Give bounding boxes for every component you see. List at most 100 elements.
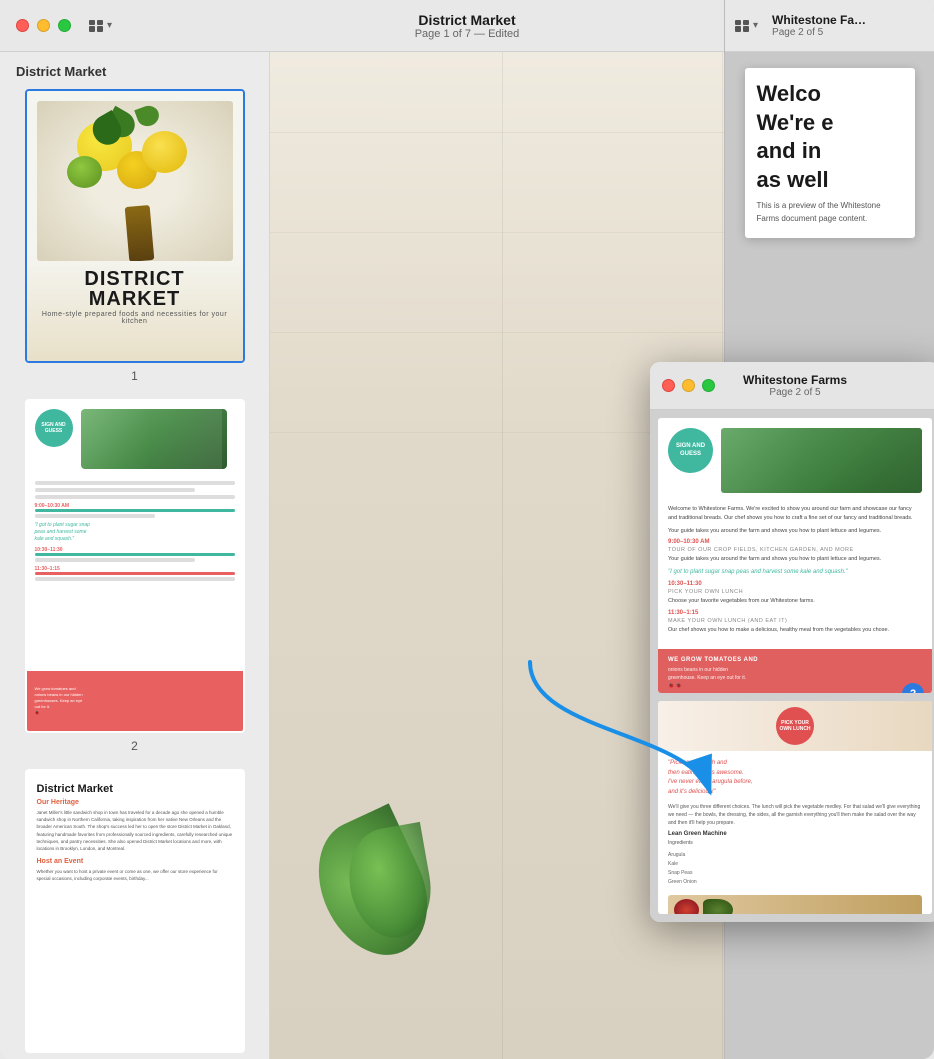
floating-circle-text: SIGN ANDGUESS [676,443,705,459]
sidebar-layout-icon [89,20,103,32]
close-button[interactable] [16,19,29,32]
page-2-hero-image [81,409,227,469]
traffic-lights [16,19,71,32]
right-page-welcome: WelcoWe're eand inas well [757,80,903,194]
floating-page-3-quote: "Picking my lunch andthen eating it was … [668,759,922,797]
page-2-quote: "I got to plant sugar snappeas and harve… [35,522,235,543]
vegetable-image-strip [668,895,922,914]
floating-page-3-section: Lean Green Machine [668,831,922,837]
chevron-down-icon: ▾ [107,20,112,31]
floating-hero-image [721,428,922,493]
text-line-colored [35,509,235,512]
floating-pick-circle: PICK YOUR OWN LUNCH [776,707,814,745]
floating-circle-badge: SIGN ANDGUESS [668,428,713,473]
page-3-title: District Market [37,783,233,795]
layout-icon-cell [89,26,95,31]
floating-page-3: PICK YOUR OWN LUNCH "Picking my lunch an… [658,701,932,914]
main-window: ▾ District Market Page 1 of 7 — Edited D… [0,0,934,1059]
text-line-colored [35,572,235,575]
page-1-title-area: DISTRICT MARKET Home-style prepared food… [37,269,233,325]
floating-title-area: Whitestone Farms Page 2 of 5 [743,373,847,398]
wood-plank-1 [502,52,503,1059]
layout-icon-cell [97,20,103,25]
floating-traffic-lights [662,379,715,392]
right-page-subtext: This is a preview of the Whitestone Farm… [757,200,903,226]
page-3-thumbnail[interactable]: District Market Our Heritage Janet Mille… [25,769,245,1053]
layout-icon-cell [89,20,95,25]
minimize-button[interactable] [37,19,50,32]
page-1-cover: DISTRICT MARKET Home-style prepared food… [27,91,243,361]
floating-welcome-text: Welcome to Whitestone Farms. We're excit… [668,505,922,523]
page-2-thumbnail[interactable]: SIGN ANDGUESS [25,399,245,733]
page-1-main-title: DISTRICT [37,269,233,289]
text-line [35,558,195,562]
floating-content-area: SIGN ANDGUESS Welcome to Whitestone Farm… [650,410,934,922]
text-line [35,495,235,499]
tomato-decoration [674,899,699,914]
leaf-decoration-sm [703,899,733,914]
page-3-thumbnail-container: District Market Our Heritage Janet Mille… [0,769,269,1059]
document-page-info: Page 1 of 7 — Edited [415,28,520,40]
page-2-footer: We grow tomatoes andonions beans in our … [27,671,243,731]
sidebar-toggle-button[interactable]: ▾ [83,17,118,35]
floating-section-2: PICK YOUR OWN LUNCH [668,589,922,595]
text-line [35,577,235,581]
floating-section-1: TOUR OF OUR CROP FIELDS, KITCHEN GARDEN,… [668,547,922,553]
floating-page-body: Welcome to Whitestone Farms. We're excit… [658,499,932,645]
page-1-main-subtitle: MARKET [37,289,233,309]
page-2-thumbnail-container: SIGN ANDGUESS [0,399,269,769]
text-line-colored [35,553,235,556]
fullscreen-button[interactable] [58,19,71,32]
page-1-citrus-image [37,101,233,261]
floating-page-3-ingredients-label: Ingredients [668,839,922,847]
floating-page-3-body: "Picking my lunch andthen eating it was … [658,751,932,914]
text-line [35,481,235,485]
sidebar: District Market [0,52,270,1059]
page-2-circle-text: SIGN ANDGUESS [41,422,65,434]
floating-window: Whitestone Farms Page 2 of 5 SIGN ANDGUE… [650,362,934,922]
right-page-content: WelcoWe're eand inas well This is a prev… [745,68,915,238]
floating-section-3: MAKE YOUR OWN LUNCH (AND EAT IT) [668,618,922,624]
floating-close-button[interactable] [662,379,675,392]
page-3-event-title: Host an Event [37,858,233,865]
text-line [35,514,155,518]
floating-page-header: SIGN ANDGUESS [658,418,932,499]
floating-guide-text: Your guide takes you around the farm and… [668,527,922,536]
page-1-thumbnail-container: DISTRICT MARKET Home-style prepared food… [0,89,269,399]
page-3-event-text: Whether you want to host a private event… [37,868,233,882]
page-1-number: 1 [131,369,138,383]
floating-hero-person [801,428,922,493]
floating-section-2-text: Choose your favorite vegetables from our… [668,597,922,606]
sidebar-title: District Market [0,64,269,89]
floating-doc-title: Whitestone Farms [743,373,847,387]
floating-fullscreen-button[interactable] [702,379,715,392]
floating-quote: "I got to plant sugar snap peas and harv… [668,568,922,577]
layout-icon-cell [97,26,103,31]
floating-time-1: 9:00–10:30 AM [668,539,922,545]
page-2-footer-text: We grow tomatoes andonions beans in our … [35,686,83,716]
floating-time-2: 10:30–11:30 [668,581,922,587]
floating-page-3-ingredients: Arugula Kale Snap Peas Green Onion [668,851,922,887]
document-title: District Market [418,12,515,28]
page-2-content: SIGN ANDGUESS [27,401,243,731]
floating-page-2: SIGN ANDGUESS Welcome to Whitestone Farm… [658,418,932,693]
floating-page-3-text: We'll give you three different choices. … [668,803,922,827]
floating-footer-body: onions beans in our hiddengreenhouse. Ke… [668,666,922,690]
floating-section-1-text: Your guide takes you around the farm and… [668,555,922,564]
page-2-circle-badge: SIGN ANDGUESS [35,409,73,447]
floating-page-footer: We grow tomatoes and onions beans in our… [658,649,932,693]
text-line [35,488,195,492]
page-1-tagline: Home-style prepared foods and necessitie… [37,311,233,325]
page-3-body: Janet Miller's little sandwich shop in t… [37,809,233,852]
content-area: District Market [0,52,934,1059]
floating-minimize-button[interactable] [682,379,695,392]
floating-time-3: 11:30–1:15 [668,610,922,616]
floating-doc-page-info: Page 2 of 5 [743,387,847,398]
page-2-header: SIGN ANDGUESS [27,401,243,477]
page-3-content: District Market Our Heritage Janet Mille… [27,771,243,1051]
page-2-body: 9:00–10:30 AM "I got to plant sugar snap… [27,477,243,667]
page-1-thumbnail[interactable]: DISTRICT MARKET Home-style prepared food… [25,89,245,363]
page-2-number: 2 [131,739,138,753]
document-title-area: District Market Page 1 of 7 — Edited [415,12,520,40]
floating-page-3-header: PICK YOUR OWN LUNCH [658,701,932,751]
